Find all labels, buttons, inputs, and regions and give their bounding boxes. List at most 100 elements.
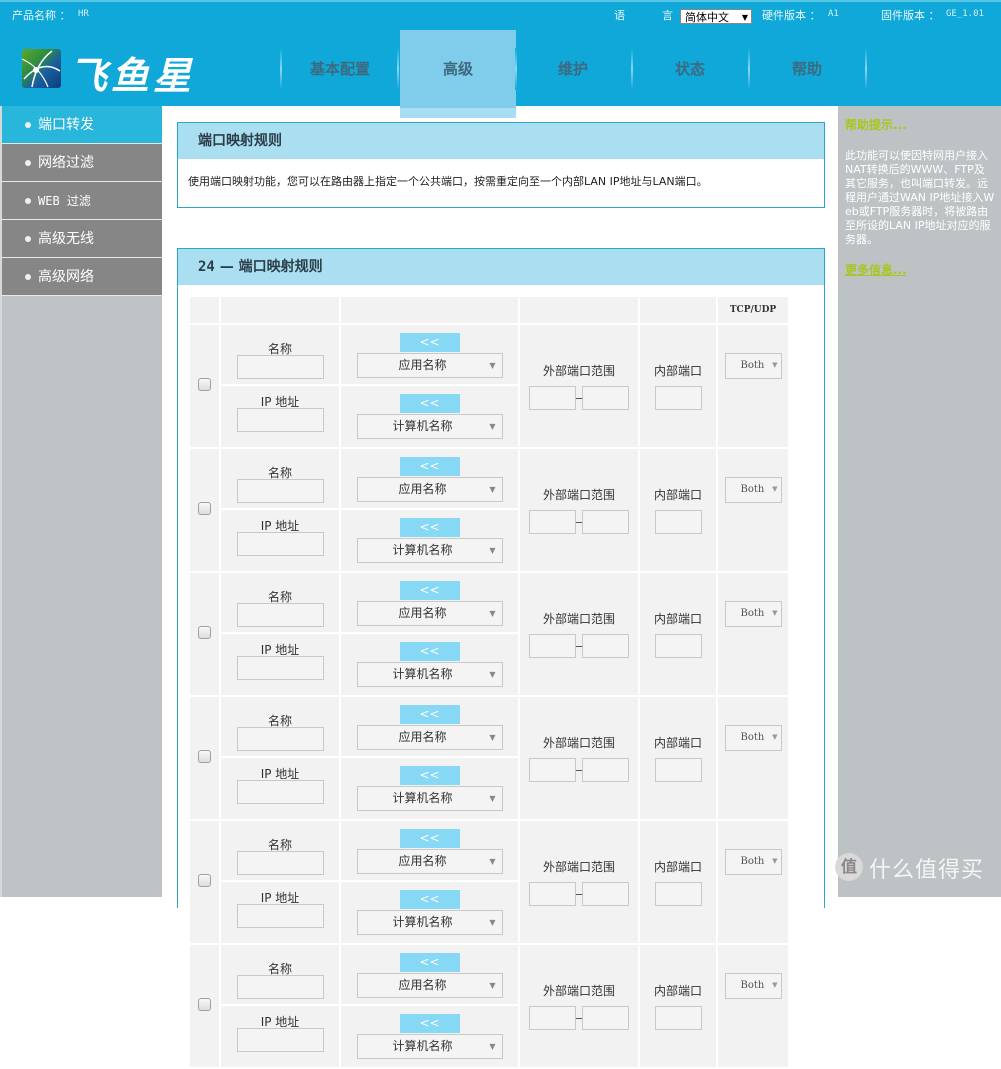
copy-computer-name-button[interactable]: << bbox=[399, 642, 460, 661]
external-port-start-input[interactable] bbox=[529, 758, 576, 782]
external-range-label: 外部端口范围 bbox=[542, 488, 615, 502]
name-input[interactable] bbox=[236, 355, 324, 379]
computer-name-dropdown[interactable]: 计算机名称 ▼ bbox=[356, 786, 503, 811]
external-port-start-input[interactable] bbox=[529, 1006, 576, 1030]
ip-input[interactable] bbox=[236, 656, 324, 680]
sidebar-item-network-filter[interactable]: 网络过滤 bbox=[2, 144, 162, 182]
computer-name-dropdown[interactable]: 计算机名称 ▼ bbox=[356, 910, 503, 935]
internal-port-input[interactable] bbox=[654, 1006, 702, 1030]
rule-checkbox[interactable] bbox=[198, 626, 211, 639]
sidebar-item-port-forwarding[interactable]: 端口转发 bbox=[2, 106, 162, 144]
bullet-icon bbox=[25, 236, 31, 242]
copy-app-name-button[interactable]: << bbox=[399, 829, 460, 848]
copy-app-name-button[interactable]: << bbox=[399, 953, 460, 972]
internal-port-input[interactable] bbox=[654, 882, 702, 906]
rule-checkbox[interactable] bbox=[198, 874, 211, 887]
internal-port-input[interactable] bbox=[654, 758, 702, 782]
copy-computer-name-button[interactable]: << bbox=[399, 766, 460, 785]
computer-name-dropdown[interactable]: 计算机名称 ▼ bbox=[356, 538, 503, 563]
copy-app-name-button[interactable]: << bbox=[399, 333, 460, 352]
chevron-down-icon: ▼ bbox=[772, 485, 778, 493]
bullet-icon bbox=[25, 122, 31, 128]
computer-name-dropdown-value: 计算机名称 bbox=[392, 915, 453, 929]
nav-basic-config[interactable]: 基本配置 bbox=[282, 30, 398, 108]
app-selector-group: << 应用名称 ▼ bbox=[341, 581, 518, 634]
internal-port-label: 内部端口 bbox=[653, 364, 702, 378]
copy-app-name-button[interactable]: << bbox=[399, 705, 460, 724]
intro-panel-title: 端口映射规则 bbox=[178, 123, 824, 159]
chevron-down-icon: ▼ bbox=[489, 422, 496, 431]
app-name-dropdown-value: 应用名称 bbox=[398, 854, 447, 868]
computer-selector-group: << 计算机名称 ▼ bbox=[341, 518, 518, 571]
app-name-dropdown[interactable]: 应用名称 ▼ bbox=[356, 725, 503, 750]
copy-app-name-button[interactable]: << bbox=[399, 581, 460, 600]
name-label: 名称 bbox=[267, 590, 292, 604]
copy-computer-name-button[interactable]: << bbox=[399, 394, 460, 413]
external-port-end-input[interactable] bbox=[582, 1006, 629, 1030]
internal-port-input[interactable] bbox=[654, 386, 702, 410]
app-name-dropdown[interactable]: 应用名称 ▼ bbox=[356, 973, 503, 998]
rule-checkbox[interactable] bbox=[198, 502, 211, 515]
name-input[interactable] bbox=[236, 851, 324, 875]
app-name-dropdown[interactable]: 应用名称 ▼ bbox=[356, 477, 503, 502]
rule-checkbox[interactable] bbox=[198, 998, 211, 1011]
computer-name-dropdown[interactable]: 计算机名称 ▼ bbox=[356, 1034, 503, 1059]
nav-help[interactable]: 帮助 bbox=[749, 30, 865, 108]
app-name-dropdown[interactable]: 应用名称 ▼ bbox=[356, 849, 503, 874]
external-port-start-input[interactable] bbox=[529, 386, 576, 410]
hardware-value: A1 bbox=[828, 9, 839, 19]
computer-name-dropdown-value: 计算机名称 bbox=[392, 667, 453, 681]
more-info-link[interactable]: 更多信息... bbox=[845, 261, 907, 278]
protocol-dropdown[interactable]: Both ▼ bbox=[724, 477, 782, 503]
language-select[interactable]: 简体中文 ▼ bbox=[680, 9, 752, 24]
ip-group: IP 地址 bbox=[221, 882, 339, 935]
name-input[interactable] bbox=[236, 479, 324, 503]
external-port-end-input[interactable] bbox=[582, 510, 629, 534]
app-selector-group: << 应用名称 ▼ bbox=[341, 953, 518, 1006]
ip-input[interactable] bbox=[236, 408, 324, 432]
internal-port-input[interactable] bbox=[654, 510, 702, 534]
protocol-dropdown[interactable]: Both ▼ bbox=[724, 725, 782, 751]
rule-checkbox[interactable] bbox=[198, 378, 211, 391]
sidebar-item-advanced-network[interactable]: 高级网络 bbox=[2, 258, 162, 296]
external-port-end-input[interactable] bbox=[582, 882, 629, 906]
external-port-start-input[interactable] bbox=[529, 634, 576, 658]
protocol-dropdown[interactable]: Both ▼ bbox=[724, 973, 782, 999]
protocol-dropdown[interactable]: Both ▼ bbox=[724, 849, 782, 875]
nav-separator bbox=[865, 48, 867, 90]
copy-computer-name-button[interactable]: << bbox=[399, 890, 460, 909]
app-name-dropdown[interactable]: 应用名称 ▼ bbox=[356, 601, 503, 626]
copy-app-name-button[interactable]: << bbox=[399, 457, 460, 476]
external-port-start-input[interactable] bbox=[529, 510, 576, 534]
name-input[interactable] bbox=[236, 603, 324, 627]
computer-name-dropdown[interactable]: 计算机名称 ▼ bbox=[356, 414, 503, 439]
protocol-dropdown[interactable]: Both ▼ bbox=[724, 353, 782, 379]
nav-status[interactable]: 状态 bbox=[632, 30, 748, 108]
computer-name-dropdown[interactable]: 计算机名称 ▼ bbox=[356, 662, 503, 687]
ip-input[interactable] bbox=[236, 1028, 324, 1052]
computer-name-dropdown-value: 计算机名称 bbox=[392, 1039, 453, 1053]
external-port-start-input[interactable] bbox=[529, 882, 576, 906]
external-port-end-input[interactable] bbox=[582, 386, 629, 410]
internal-port-input[interactable] bbox=[654, 634, 702, 658]
name-input[interactable] bbox=[236, 975, 324, 999]
table-row: 名称 IP 地址 << 应用名称 ▼ << 计算机名称 ▼ 外部端口范围 内部端… bbox=[190, 697, 788, 821]
name-input[interactable] bbox=[236, 727, 324, 751]
nav-advanced[interactable]: 高级 bbox=[400, 30, 516, 118]
copy-computer-name-button[interactable]: << bbox=[399, 518, 460, 537]
sidebar-item-advanced-wireless[interactable]: 高级无线 bbox=[2, 220, 162, 258]
ip-input[interactable] bbox=[236, 904, 324, 928]
name-ip-cell: 名称 IP 地址 bbox=[221, 945, 339, 1069]
nav-maintenance[interactable]: 维护 bbox=[515, 30, 631, 108]
copy-computer-name-button[interactable]: << bbox=[399, 1014, 460, 1033]
external-port-end-input[interactable] bbox=[582, 758, 629, 782]
ip-input[interactable] bbox=[236, 780, 324, 804]
protocol-dropdown[interactable]: Both ▼ bbox=[724, 601, 782, 627]
app-name-dropdown[interactable]: 应用名称 ▼ bbox=[356, 353, 503, 378]
sidebar-item-web-filter[interactable]: WEB 过滤 bbox=[2, 182, 162, 220]
external-port-end-input[interactable] bbox=[582, 634, 629, 658]
name-group: 名称 bbox=[221, 457, 339, 510]
ip-input[interactable] bbox=[236, 532, 324, 556]
selector-cell: << 应用名称 ▼ << 计算机名称 ▼ bbox=[341, 945, 518, 1069]
rule-checkbox[interactable] bbox=[198, 750, 211, 763]
